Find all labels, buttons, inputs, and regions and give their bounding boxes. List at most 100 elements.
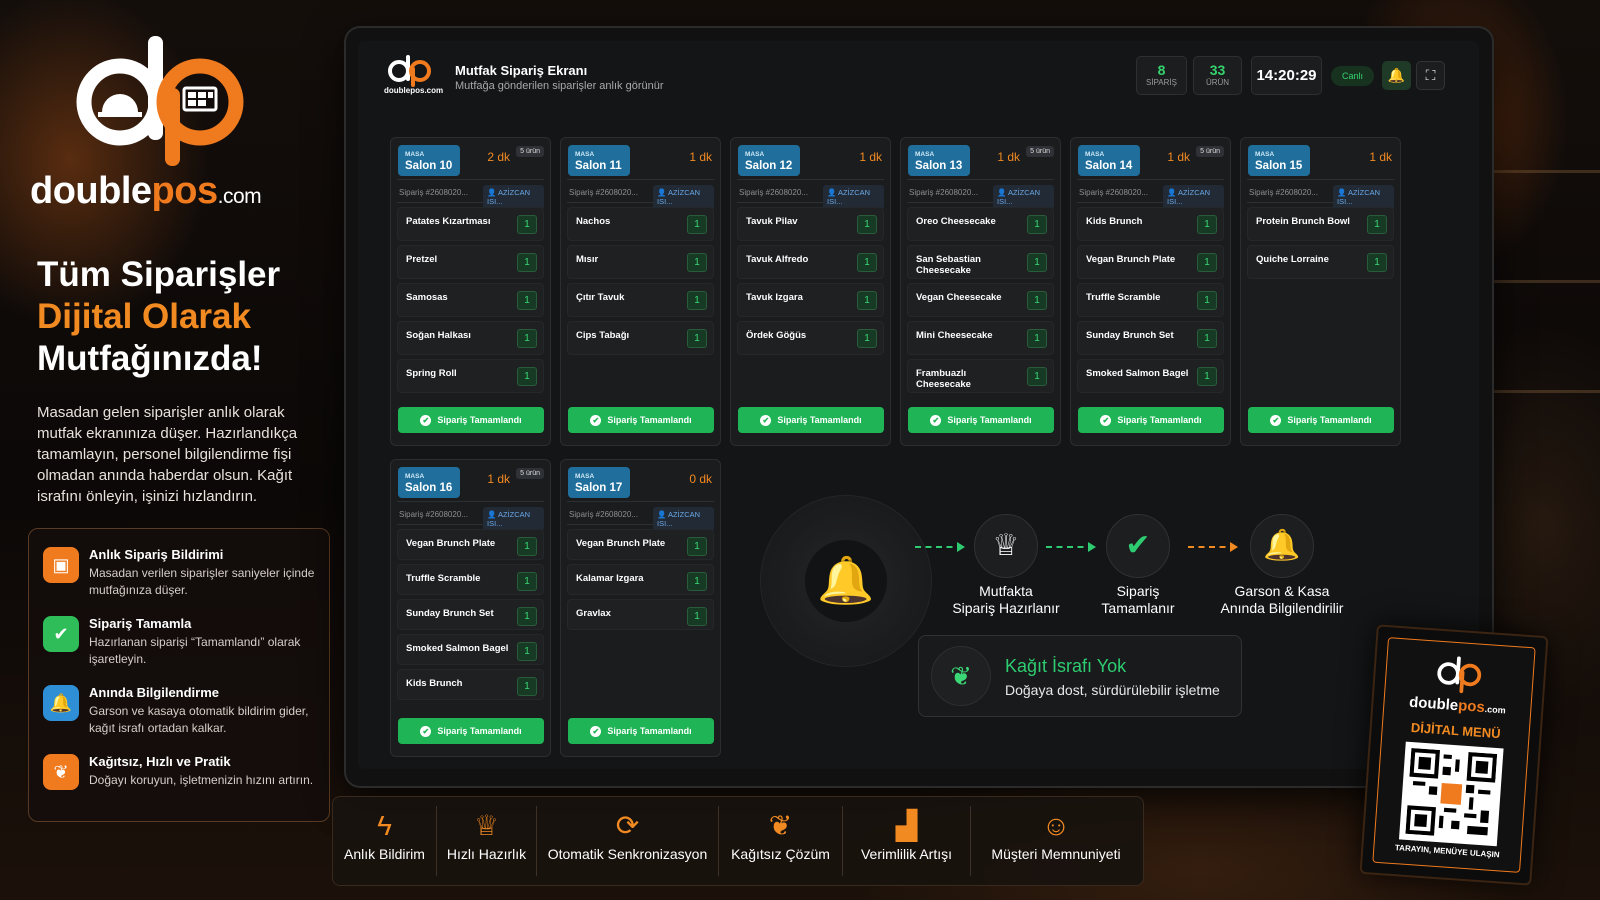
- headline: Tüm Siparişler Dijital Olarak Mutfağınız…: [37, 255, 281, 378]
- sync-icon: ⟳: [615, 810, 640, 841]
- feature-item: 🔔 Anında Bilgilendirme Garson ve kasaya o…: [43, 685, 317, 737]
- paper-free-card: ❦ Kağıt İsrafı Yok Doğaya dost, sürdürül…: [918, 635, 1242, 717]
- complete-order-button[interactable]: Sipariş Tamamlandı: [398, 407, 544, 433]
- fullscreen-button[interactable]: ⛶: [1416, 61, 1445, 90]
- item-quantity: 1: [687, 215, 707, 234]
- order-item: Tavuk Alfredo 1: [737, 245, 884, 279]
- clock: 14:20:29: [1251, 56, 1322, 95]
- item-name: Vegan Brunch Plate: [406, 538, 496, 549]
- order-item: Vegan Brunch Plate 1: [1077, 245, 1224, 279]
- order-item: Kalamar Izgara 1: [567, 564, 714, 595]
- item-quantity: 1: [687, 253, 707, 272]
- paper-free-title: Kağıt İsrafı Yok: [1005, 656, 1127, 676]
- waiter-badge: 👤 AZİZCAN ISI...: [1333, 185, 1394, 209]
- item-name: Tavuk Izgara: [746, 292, 803, 303]
- table-tag: MASA Salon 10: [398, 145, 460, 176]
- notification-button[interactable]: 🔔: [1382, 61, 1411, 90]
- item-count-badge: 5 ürün: [1026, 146, 1054, 157]
- item-quantity: 1: [1027, 215, 1047, 234]
- order-item: Patates Kızartması 1: [397, 207, 544, 241]
- order-card: MASA Salon 14 1 dk 5 ürün Sipariş #2608020..…: [1070, 137, 1231, 446]
- item-name: Mısır: [576, 254, 599, 265]
- stand-cta: TARAYIN, MENÜYE ULAŞIN: [1394, 843, 1500, 860]
- item-name: Patates Kızartması: [406, 216, 491, 227]
- complete-order-button[interactable]: Sipariş Tamamlandı: [1078, 407, 1224, 433]
- feature-item: ▣ Anlık Sipariş Bildirimi Masadan verilen…: [43, 547, 317, 599]
- order-item: Vegan Brunch Plate 1: [567, 529, 714, 560]
- item-quantity: 1: [857, 253, 877, 272]
- complete-order-button[interactable]: Sipariş Tamamlandı: [738, 407, 884, 433]
- item-quantity: 1: [517, 642, 537, 661]
- item-quantity: 1: [687, 572, 707, 591]
- item-count-badge: 5 ürün: [516, 468, 544, 479]
- item-name: Oreo Cheesecake: [916, 216, 996, 227]
- monitor: doublepos.com Mutfak Sipariş Ekranı Mutf…: [346, 28, 1492, 786]
- chef-hat-icon: ♕: [974, 514, 1038, 578]
- bell-icon: 🔔: [1387, 67, 1406, 83]
- benefit-item: ♕ Hızlı Hazırlık: [437, 806, 537, 876]
- item-quantity: 1: [517, 607, 537, 626]
- item-quantity: 1: [517, 537, 537, 556]
- item-quantity: 1: [517, 677, 537, 696]
- order-item: Pretzel 1: [397, 245, 544, 279]
- chef-hat-icon: ♕: [473, 810, 500, 841]
- stand-brand-name: doublepos.com: [1408, 693, 1507, 717]
- order-number: Sipariş #2608020...: [399, 510, 468, 519]
- item-quantity: 1: [1197, 215, 1217, 234]
- order-number: Sipariş #2608020...: [909, 188, 978, 197]
- app-logo: doublepos.com: [382, 51, 443, 97]
- order-item: Kids Brunch 1: [1077, 207, 1224, 241]
- item-name: Gravlax: [576, 608, 611, 619]
- order-header: MASA Salon 14 1 dk 5 ürün: [1071, 138, 1230, 179]
- brand-name: doublepos.com: [30, 170, 262, 212]
- order-item: Smoked Salmon Bagel 1: [397, 634, 544, 665]
- feature-item: ❦ Kağıtsız, Hızlı ve Pratik Doğayı koruyu…: [43, 754, 317, 790]
- qr-code[interactable]: [1398, 741, 1504, 847]
- order-item: Oreo Cheesecake 1: [907, 207, 1054, 241]
- chart-icon: ▟: [895, 810, 918, 841]
- item-quantity: 1: [1027, 253, 1047, 272]
- bell-icon: 🔔: [805, 540, 887, 622]
- waiter-badge: 👤 AZİZCAN ISI...: [823, 185, 884, 209]
- order-info: Sipariş #2608020... 👤 AZİZCAN ISI...: [1247, 179, 1394, 209]
- order-number: Sipariş #2608020...: [569, 188, 638, 197]
- table-tag: MASA Salon 14: [1078, 145, 1140, 176]
- item-quantity: 1: [517, 215, 537, 234]
- order-header: MASA Salon 11 1 dk: [561, 138, 720, 179]
- complete-order-button[interactable]: Sipariş Tamamlandı: [568, 407, 714, 433]
- item-name: Spring Roll: [406, 368, 457, 379]
- item-count-badge: 5 ürün: [1196, 146, 1224, 157]
- item-quantity: 1: [1197, 291, 1217, 310]
- order-item: Truffle Scramble 1: [397, 564, 544, 595]
- complete-order-button[interactable]: Sipariş Tamamlandı: [398, 718, 544, 744]
- elapsed-time: 1 dk: [859, 150, 882, 164]
- complete-order-button[interactable]: Sipariş Tamamlandı: [568, 718, 714, 744]
- item-quantity: 1: [1027, 367, 1047, 386]
- item-quantity: 1: [517, 291, 537, 310]
- complete-order-button[interactable]: Sipariş Tamamlandı: [1248, 407, 1394, 433]
- item-name: Smoked Salmon Bagel: [406, 643, 509, 654]
- order-item: Kids Brunch 1: [397, 669, 544, 700]
- item-name: Vegan Brunch Plate: [1086, 254, 1176, 265]
- order-item: Mini Cheesecake 1: [907, 321, 1054, 355]
- complete-order-button[interactable]: Sipariş Tamamlandı: [908, 407, 1054, 433]
- order-item: Samosas 1: [397, 283, 544, 317]
- item-name: Sunday Brunch Set: [1086, 330, 1174, 341]
- order-card: MASA Salon 17 0 dk Sipariş #2608020... 👤 AZİ…: [560, 459, 721, 757]
- order-info: Sipariş #2608020... 👤 AZİZCAN ISI...: [907, 179, 1054, 209]
- item-name: Pretzel: [406, 254, 438, 265]
- order-item: Soğan Halkası 1: [397, 321, 544, 355]
- order-info: Sipariş #2608020... 👤 AZİZCAN ISI...: [737, 179, 884, 209]
- brand: doublepos.com: [28, 30, 298, 220]
- item-quantity: 1: [517, 329, 537, 348]
- order-item: Sunday Brunch Set 1: [1077, 321, 1224, 355]
- item-quantity: 1: [687, 607, 707, 626]
- item-name: Samosas: [406, 292, 448, 303]
- table-tag: MASA Salon 13: [908, 145, 970, 176]
- item-name: Protein Brunch Bowl: [1256, 216, 1350, 227]
- doublepos-logo: [1437, 656, 1482, 694]
- feature-list: ▣ Anlık Sipariş Bildirimi Masadan verilen…: [28, 528, 330, 822]
- leaf-icon: ❦: [931, 646, 991, 706]
- item-quantity: 1: [1197, 329, 1217, 348]
- order-items: Tavuk Pilav 1 Tavuk Alfredo 1 Tavuk Izgara 1 Ö…: [731, 203, 890, 355]
